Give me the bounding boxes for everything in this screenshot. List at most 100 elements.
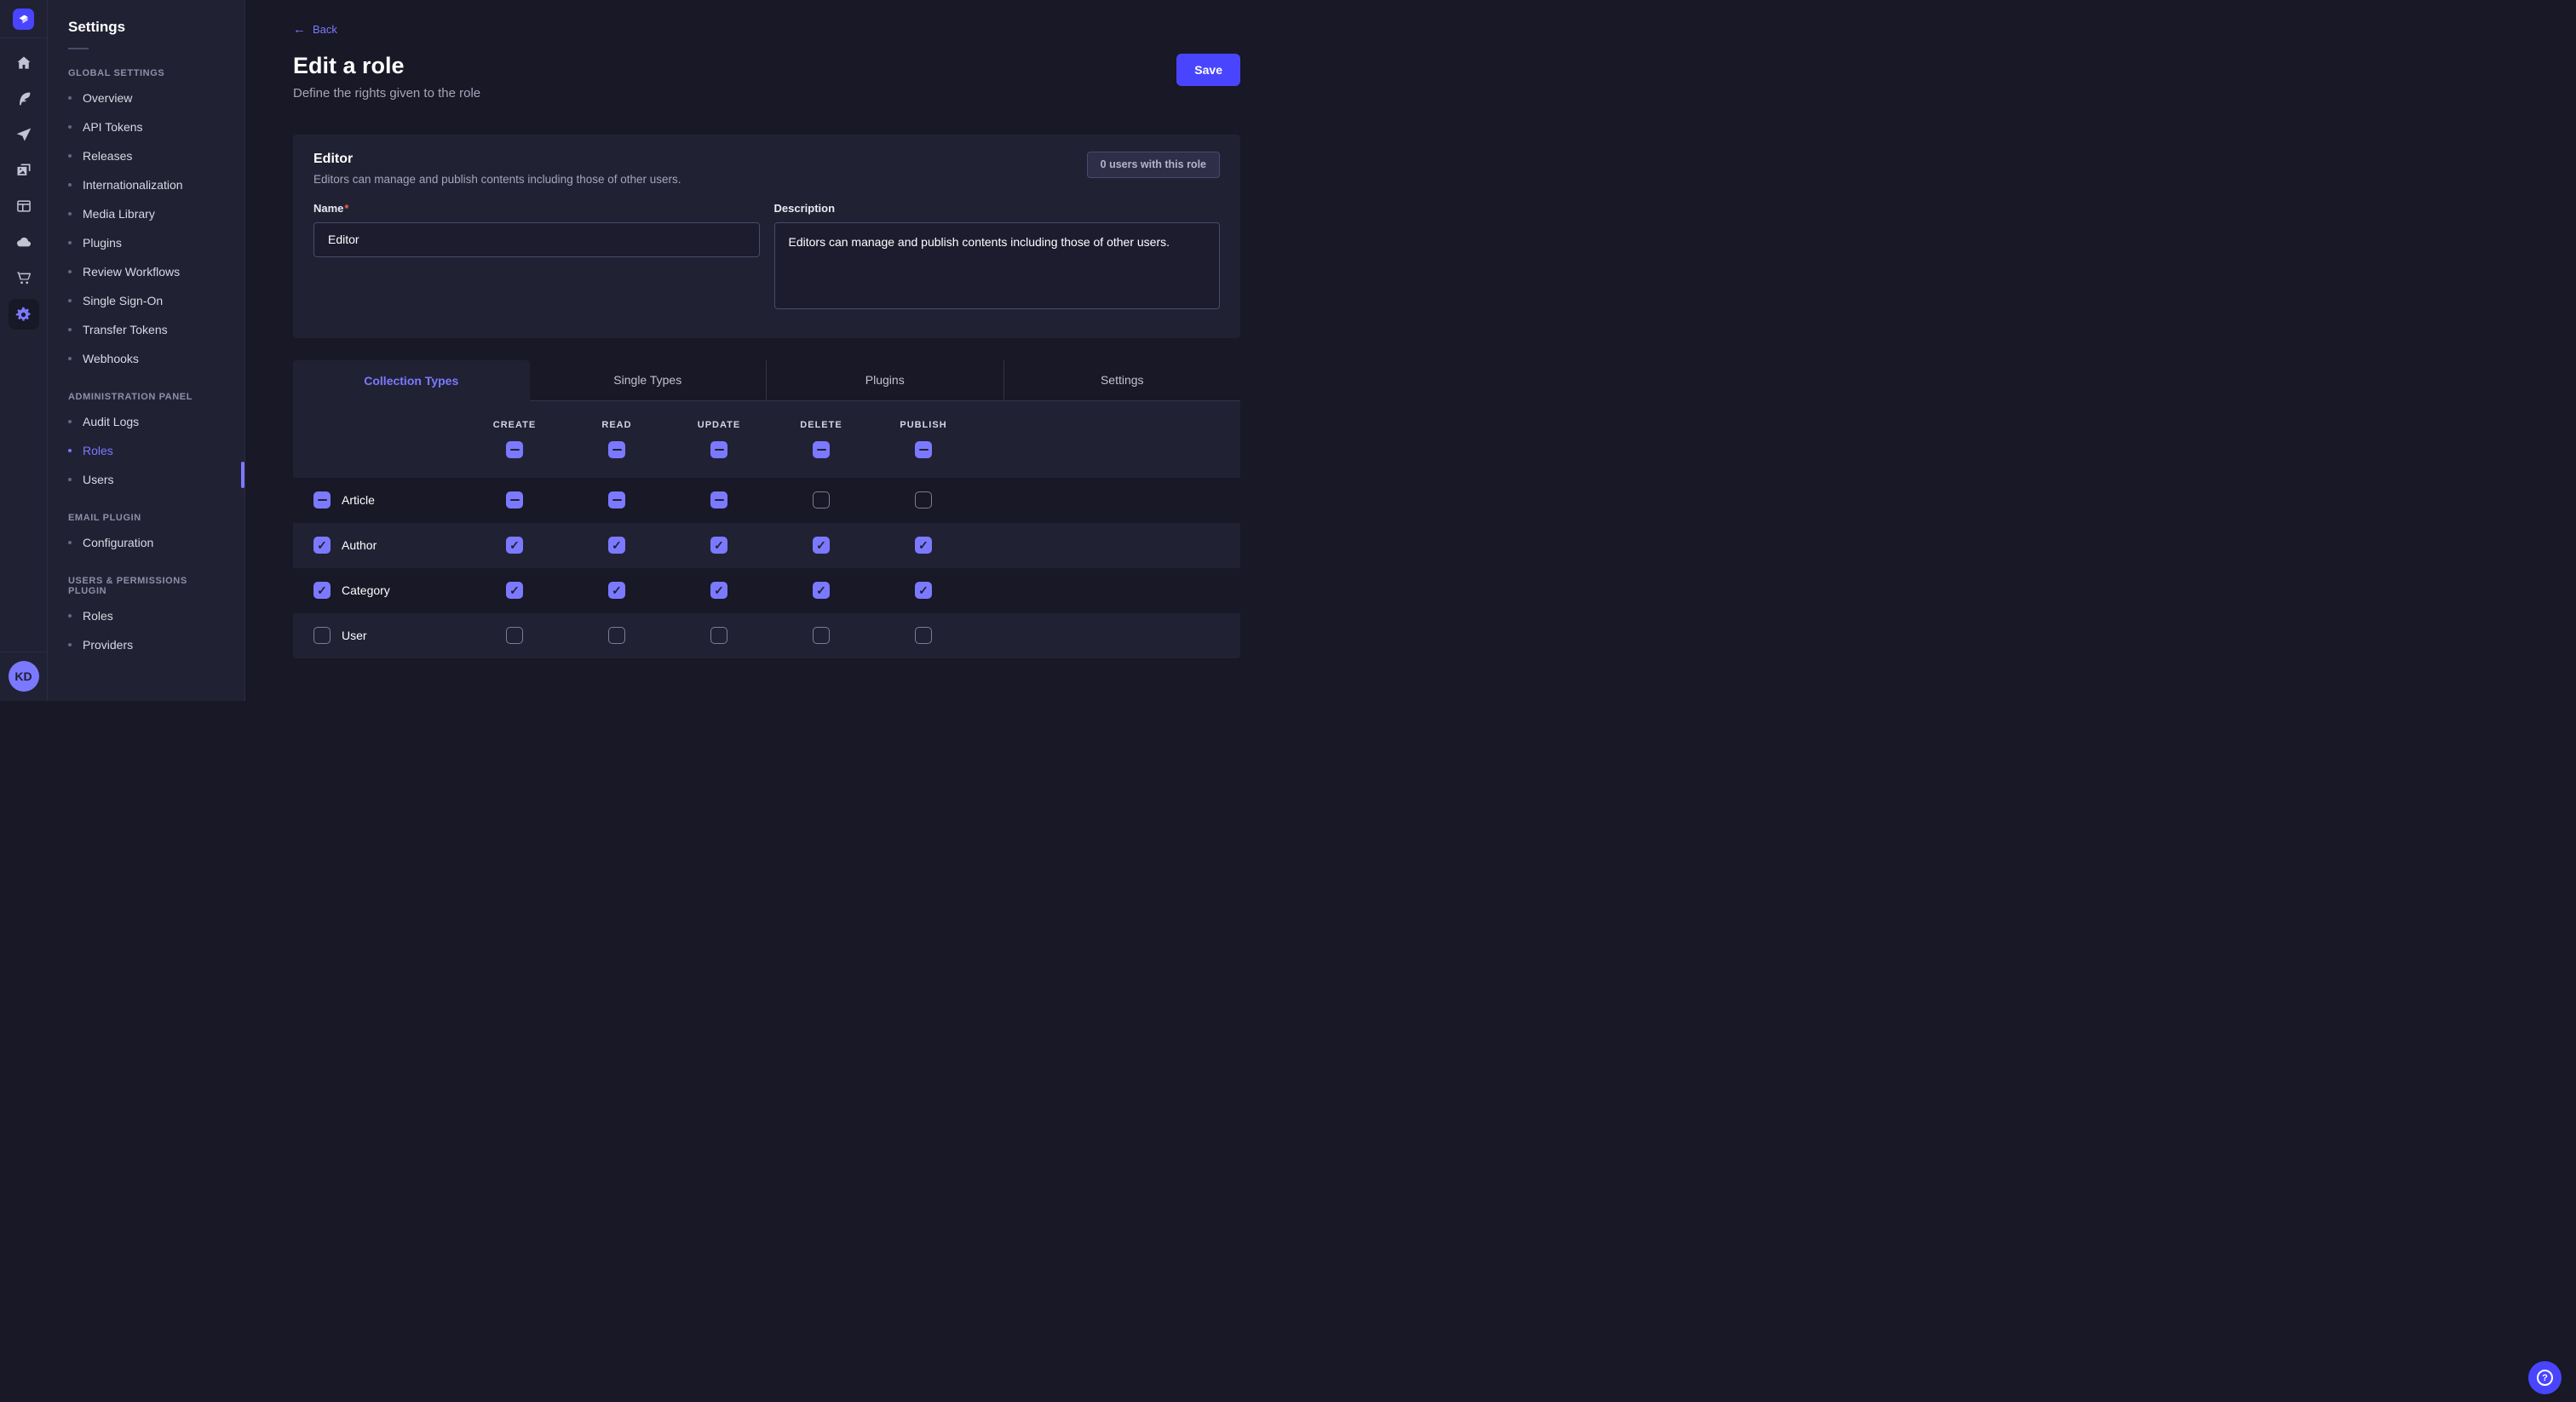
sidebar-item-roles[interactable]: Roles <box>48 436 244 465</box>
checkbox-checked[interactable] <box>608 582 625 599</box>
sidebar-item-label: API Tokens <box>83 120 143 134</box>
paper-plane-icon[interactable] <box>9 120 39 148</box>
role-name-input[interactable] <box>313 222 760 257</box>
permission-cell <box>872 537 975 554</box>
checkbox-checked[interactable] <box>506 582 523 599</box>
cart-icon[interactable] <box>9 263 39 291</box>
role-title: Editor <box>313 152 681 167</box>
checkbox-unchecked[interactable] <box>915 491 932 509</box>
permissions-tabbar: Collection TypesSingle TypesPluginsSetti… <box>293 360 1240 401</box>
checkbox-indeterminate[interactable] <box>710 441 727 458</box>
sidebar-item-label: Single Sign-On <box>83 294 163 307</box>
sidebar-item-single-sign-on[interactable]: Single Sign-On <box>48 286 244 315</box>
bullet-icon <box>68 541 72 544</box>
sidebar-item-users[interactable]: Users <box>48 465 244 494</box>
settings-nav-sections: GLOBAL SETTINGSOverviewAPI TokensRelease… <box>48 68 244 659</box>
checkbox-unchecked[interactable] <box>608 627 625 644</box>
sidebar-item-plugins[interactable]: Plugins <box>48 228 244 257</box>
checkbox-checked[interactable] <box>313 537 331 554</box>
checkbox-checked[interactable] <box>813 537 830 554</box>
column-label: DELETE <box>800 420 842 430</box>
tab-plugins[interactable]: Plugins <box>766 360 1003 401</box>
sidebar-item-providers[interactable]: Providers <box>48 630 244 659</box>
permission-cell <box>463 582 566 599</box>
table-row-category: Category <box>293 568 1240 613</box>
row-name-cell: User <box>293 627 463 644</box>
permission-cell <box>668 491 770 509</box>
rail-bottom: KD <box>0 652 47 701</box>
subnav-divider <box>68 48 89 49</box>
sidebar-item-review-workflows[interactable]: Review Workflows <box>48 257 244 286</box>
back-label: Back <box>313 23 337 36</box>
column-header-publish: PUBLISH <box>872 420 975 458</box>
checkbox-unchecked[interactable] <box>813 491 830 509</box>
checkbox-checked[interactable] <box>710 582 727 599</box>
permission-cell <box>668 537 770 554</box>
save-button[interactable]: Save <box>1176 54 1240 86</box>
tab-collection-types[interactable]: Collection Types <box>293 360 530 401</box>
checkbox-checked[interactable] <box>915 582 932 599</box>
sidebar-item-overview[interactable]: Overview <box>48 83 244 112</box>
role-card-header-text: Editor Editors can manage and publish co… <box>313 152 681 186</box>
sidebar-item-api-tokens[interactable]: API Tokens <box>48 112 244 141</box>
help-button[interactable]: ? <box>2528 1361 2562 1394</box>
tab-settings[interactable]: Settings <box>1003 360 1241 401</box>
checkbox-unchecked[interactable] <box>813 627 830 644</box>
checkbox-indeterminate[interactable] <box>608 441 625 458</box>
column-header-read: READ <box>566 420 668 458</box>
checkbox-unchecked[interactable] <box>506 627 523 644</box>
permission-cell <box>566 582 668 599</box>
avatar[interactable]: KD <box>9 661 39 692</box>
layout-icon[interactable] <box>9 192 39 220</box>
permission-cell <box>872 627 975 644</box>
sidebar-item-media-library[interactable]: Media Library <box>48 199 244 228</box>
sidebar-item-releases[interactable]: Releases <box>48 141 244 170</box>
permission-cell <box>872 491 975 509</box>
checkbox-unchecked[interactable] <box>313 627 331 644</box>
gear-icon[interactable] <box>9 299 39 330</box>
home-icon[interactable] <box>9 49 39 77</box>
sidebar-item-label: Users <box>83 473 114 486</box>
checkbox-checked[interactable] <box>506 537 523 554</box>
permissions-table-body: ArticleAuthorCategoryUser <box>293 478 1240 658</box>
sidebar-item-label: Transfer Tokens <box>83 323 168 336</box>
strapi-logo[interactable] <box>13 9 34 30</box>
sidebar-item-configuration[interactable]: Configuration <box>48 528 244 557</box>
tab-single-types[interactable]: Single Types <box>530 360 767 401</box>
checkbox-unchecked[interactable] <box>915 627 932 644</box>
cloud-icon[interactable] <box>9 227 39 256</box>
media-icon[interactable] <box>9 156 39 184</box>
sidebar-item-label: Webhooks <box>83 352 139 365</box>
feather-icon[interactable] <box>9 84 39 112</box>
checkbox-indeterminate[interactable] <box>313 491 331 509</box>
subnav-scrollbar-thumb[interactable] <box>241 462 244 488</box>
sidebar-item-webhooks[interactable]: Webhooks <box>48 344 244 373</box>
sidebar-item-transfer-tokens[interactable]: Transfer Tokens <box>48 315 244 344</box>
checkbox-indeterminate[interactable] <box>608 491 625 509</box>
back-link[interactable]: ← Back <box>293 23 337 36</box>
checkbox-indeterminate[interactable] <box>710 491 727 509</box>
required-asterisk: * <box>344 202 348 215</box>
row-label: Article <box>342 493 375 507</box>
sidebar-item-label: Roles <box>83 609 113 623</box>
checkbox-checked[interactable] <box>608 537 625 554</box>
role-description-input[interactable]: Editors can manage and publish contents … <box>774 222 1221 309</box>
checkbox-indeterminate[interactable] <box>813 441 830 458</box>
checkbox-checked[interactable] <box>710 537 727 554</box>
checkbox-checked[interactable] <box>915 537 932 554</box>
checkbox-checked[interactable] <box>313 582 331 599</box>
page-title: Edit a role <box>293 54 480 79</box>
checkbox-checked[interactable] <box>813 582 830 599</box>
back-arrow-icon: ← <box>293 23 306 36</box>
sidebar-item-internationalization[interactable]: Internationalization <box>48 170 244 199</box>
permission-cell <box>566 491 668 509</box>
checkbox-indeterminate[interactable] <box>915 441 932 458</box>
sidebar-item-roles[interactable]: Roles <box>48 601 244 630</box>
bullet-icon <box>68 420 72 423</box>
checkbox-indeterminate[interactable] <box>506 491 523 509</box>
checkbox-indeterminate[interactable] <box>506 441 523 458</box>
sidebar-item-label: Roles <box>83 444 113 457</box>
column-label: CREATE <box>493 420 536 430</box>
checkbox-unchecked[interactable] <box>710 627 727 644</box>
sidebar-item-audit-logs[interactable]: Audit Logs <box>48 407 244 436</box>
